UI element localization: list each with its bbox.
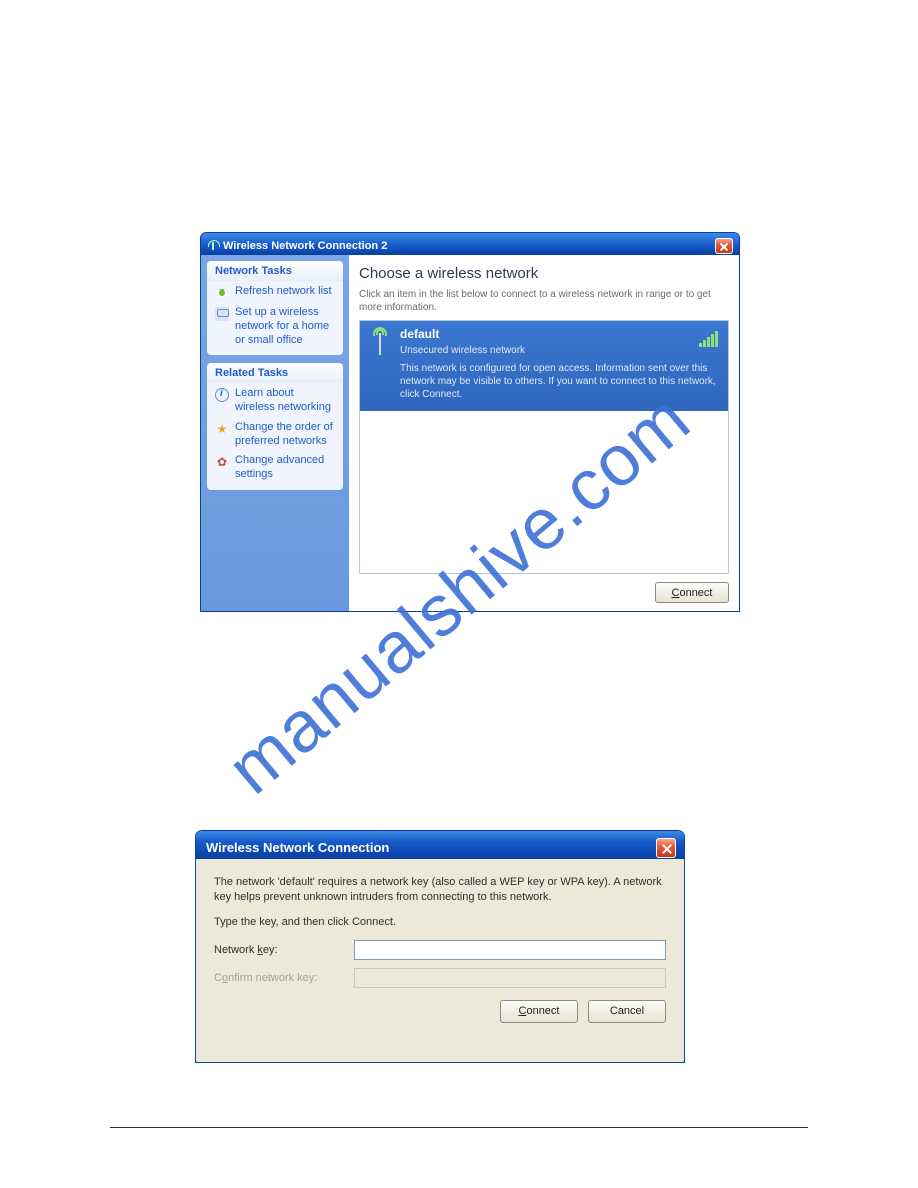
- setup-icon: [215, 307, 229, 321]
- network-list[interactable]: default Unsecured wireless network This …: [359, 320, 729, 574]
- star-icon: ★: [215, 422, 229, 436]
- close-icon[interactable]: [656, 838, 676, 858]
- network-description: This network is configured for open acce…: [400, 362, 720, 401]
- antenna-icon: [368, 327, 392, 367]
- titlebar[interactable]: Wireless Network Connection: [196, 831, 684, 859]
- confirm-key-label: Confirm network key:: [214, 972, 354, 984]
- network-status: Unsecured wireless network: [400, 345, 720, 356]
- sidebar-item-label: Refresh network list: [235, 285, 332, 299]
- titlebar[interactable]: Wireless Network Connection 2: [201, 233, 739, 255]
- sidebar-item-advanced[interactable]: ✿ Change advanced settings: [207, 450, 343, 484]
- sidebar-item-label: Change advanced settings: [235, 454, 335, 482]
- antenna-icon: [207, 240, 219, 252]
- sidebar-item-label: Change the order of preferred networks: [235, 421, 335, 449]
- sidebar-item-setup[interactable]: Set up a wireless network for a home or …: [207, 302, 343, 349]
- sidebar-item-refresh[interactable]: Refresh network list: [207, 281, 343, 302]
- confirm-key-row: Confirm network key:: [214, 968, 666, 988]
- network-key-row: Network key:: [214, 940, 666, 960]
- gear-icon: ✿: [215, 455, 229, 469]
- signal-bars-icon: [699, 331, 718, 347]
- divider: [110, 1127, 808, 1128]
- network-tasks-panel: Network Tasks Refresh network list Set u…: [207, 261, 343, 355]
- network-key-input[interactable]: [354, 940, 666, 960]
- close-icon[interactable]: [715, 238, 733, 254]
- page-subtext: Click an item in the list below to conne…: [359, 288, 729, 314]
- main-panel: Choose a wireless network Click an item …: [349, 255, 739, 611]
- related-tasks-panel: Related Tasks Learn about wireless netwo…: [207, 363, 343, 490]
- network-name: default: [400, 327, 720, 341]
- window-title: Wireless Network Connection 2: [223, 240, 387, 252]
- cancel-button[interactable]: Cancel: [588, 1000, 666, 1023]
- sidebar-item-order[interactable]: ★ Change the order of preferred networks: [207, 417, 343, 451]
- network-key-label: Network key:: [214, 944, 354, 956]
- sidebar: Network Tasks Refresh network list Set u…: [201, 255, 349, 611]
- confirm-key-input: [354, 968, 666, 988]
- sidebar-item-label: Learn about wireless networking: [235, 387, 335, 415]
- panel-header: Network Tasks: [207, 261, 343, 281]
- refresh-icon: [215, 286, 229, 300]
- dialog-text-2: Type the key, and then click Connect.: [214, 915, 666, 930]
- dialog-text-1: The network 'default' requires a network…: [214, 875, 666, 905]
- connect-button[interactable]: Connect: [500, 1000, 578, 1023]
- window-title: Wireless Network Connection: [206, 840, 389, 855]
- info-icon: [215, 388, 229, 402]
- panel-header: Related Tasks: [207, 363, 343, 383]
- network-item-selected[interactable]: default Unsecured wireless network This …: [360, 321, 728, 411]
- connect-button[interactable]: Connect: [655, 582, 729, 603]
- wireless-list-window: Wireless Network Connection 2 Network Ta…: [200, 232, 740, 612]
- network-key-dialog: Wireless Network Connection The network …: [195, 830, 685, 1063]
- sidebar-item-learn[interactable]: Learn about wireless networking: [207, 383, 343, 417]
- page-title: Choose a wireless network: [359, 265, 729, 282]
- sidebar-item-label: Set up a wireless network for a home or …: [235, 306, 335, 347]
